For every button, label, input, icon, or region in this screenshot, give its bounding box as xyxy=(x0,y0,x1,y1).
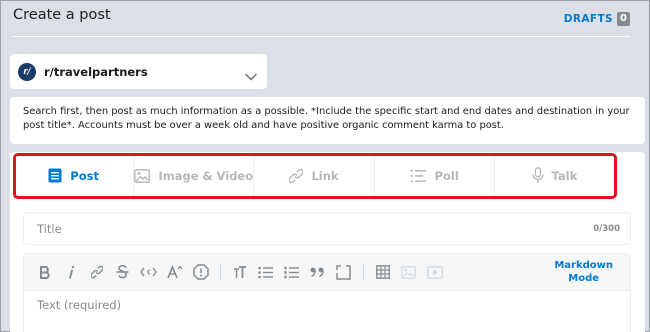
bulleted-list-icon[interactable] xyxy=(253,260,278,285)
image-icon xyxy=(134,168,151,183)
poll-icon xyxy=(410,169,426,182)
bold-icon[interactable] xyxy=(32,260,57,285)
link-icon xyxy=(289,168,304,183)
title-input[interactable] xyxy=(24,213,630,244)
microphone-icon xyxy=(531,167,544,183)
post-type-tabs: Post Image & Video Link Poll Talk xyxy=(14,154,615,198)
quote-block-icon[interactable] xyxy=(305,260,330,285)
tab-image-video-label: Image & Video xyxy=(158,168,254,183)
link-icon[interactable] xyxy=(84,260,109,285)
tab-post[interactable]: Post xyxy=(14,154,135,198)
title-field: 0/300 xyxy=(23,212,631,245)
toolbar-divider xyxy=(220,264,221,280)
toolbar-divider xyxy=(363,264,364,280)
inline-code-icon[interactable] xyxy=(136,260,161,285)
italic-icon[interactable] xyxy=(58,260,83,285)
spoiler-icon[interactable] xyxy=(188,260,213,285)
tab-poll[interactable]: Poll xyxy=(374,154,495,198)
editor-toolbar xyxy=(24,254,630,291)
drafts-label: DRAFTS xyxy=(563,13,614,25)
community-rules: Search first, then post as much informat… xyxy=(10,97,645,144)
post-icon xyxy=(48,168,62,183)
strikethrough-icon[interactable] xyxy=(110,260,135,285)
tab-poll-label: Poll xyxy=(434,168,459,183)
body-text-input[interactable]: Text (required) xyxy=(37,298,121,312)
community-selector[interactable]: r/ r/travelpartners xyxy=(10,54,267,89)
tab-talk[interactable]: Talk xyxy=(494,154,615,198)
markdown-mode-button[interactable]: Markdown Mode xyxy=(554,259,613,285)
tab-link-label: Link xyxy=(311,168,339,183)
header-divider xyxy=(13,36,630,37)
superscript-icon[interactable] xyxy=(162,260,187,285)
heading-icon[interactable] xyxy=(227,260,252,285)
video-icon[interactable] xyxy=(422,260,447,285)
drafts-count-badge: 0 xyxy=(617,12,630,26)
text-editor: Markdown Mode Text (required) xyxy=(23,253,631,332)
drafts-button[interactable]: DRAFTS 0 xyxy=(564,12,630,26)
markdown-mode-line2: Mode xyxy=(568,273,600,284)
page-title: Create a post xyxy=(13,7,111,23)
title-character-counter: 0/300 xyxy=(593,224,620,234)
community-avatar: r/ xyxy=(18,62,36,81)
tab-post-label: Post xyxy=(70,168,99,183)
table-icon[interactable] xyxy=(370,260,395,285)
image-icon[interactable] xyxy=(396,260,421,285)
markdown-mode-line1: Markdown xyxy=(554,260,613,271)
numbered-list-icon[interactable] xyxy=(279,260,304,285)
code-block-icon[interactable] xyxy=(331,260,356,285)
chevron-down-icon xyxy=(245,66,257,85)
community-name: r/travelpartners xyxy=(44,64,148,79)
tab-link[interactable]: Link xyxy=(254,154,375,198)
tab-talk-label: Talk xyxy=(551,168,578,183)
tab-image-video[interactable]: Image & Video xyxy=(134,154,255,198)
